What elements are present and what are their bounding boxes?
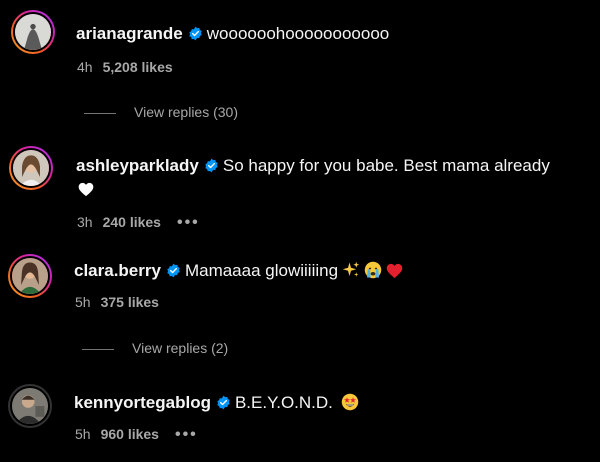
white-heart-emoji [78, 182, 94, 202]
comment-time: 4h [77, 59, 93, 75]
comment-meta: 5h 960 likes ••• [75, 426, 198, 444]
likes-count[interactable]: 375 likes [101, 294, 159, 310]
comment-text: Mamaaaa glowiiiiing [184, 261, 339, 280]
comment-meta: 5h 375 likes [75, 294, 159, 310]
comment-meta: 3h 240 likes ••• [77, 214, 200, 232]
comment-text: woooooohooooooooooo [206, 24, 390, 43]
more-options-icon[interactable]: ••• [175, 426, 198, 443]
comment-text: B.E.Y.O.N.D. [234, 393, 333, 412]
username[interactable]: clara.berry [74, 261, 161, 280]
view-replies-button[interactable]: View replies (2) [82, 340, 228, 356]
view-replies-label: View replies (30) [134, 104, 239, 120]
verified-badge-icon [204, 158, 219, 173]
comment-time: 5h [75, 426, 91, 442]
username[interactable]: ashleyparklady [76, 156, 199, 175]
verified-badge-icon [188, 26, 203, 41]
avatar-ashleyparklady[interactable] [9, 146, 53, 190]
view-replies-button[interactable]: View replies (30) [84, 104, 238, 120]
star-struck-emoji [341, 393, 359, 411]
view-replies-label: View replies (2) [132, 340, 229, 356]
username[interactable]: arianagrande [76, 24, 183, 43]
crying-face-emoji [364, 261, 382, 279]
verified-badge-icon [166, 263, 181, 278]
likes-count[interactable]: 240 likes [103, 214, 161, 230]
comment-meta: 4h 5,208 likes [77, 59, 173, 75]
comment-text: So happy for you babe. Best mama already [222, 156, 550, 175]
comment-time: 5h [75, 294, 91, 310]
comment-line: clara.berry Mamaaaa glowiiiiing [74, 260, 403, 282]
sparkles-emoji [342, 261, 360, 279]
comment-line: ashleyparklady So happy for you babe. Bes… [76, 155, 550, 177]
avatar-image [10, 386, 50, 426]
likes-count[interactable]: 960 likes [101, 426, 159, 442]
avatar-image [13, 12, 53, 52]
replies-divider [82, 348, 114, 350]
more-options-icon[interactable]: ••• [177, 214, 200, 231]
likes-count[interactable]: 5,208 likes [103, 59, 173, 75]
comment-time: 3h [77, 214, 93, 230]
verified-badge-icon [216, 395, 231, 410]
username[interactable]: kennyortegablog [74, 393, 211, 412]
avatar-kennyortegablog[interactable] [8, 384, 52, 428]
comment-line: arianagrande woooooohooooooooooo [76, 23, 389, 45]
red-heart-emoji [386, 263, 403, 279]
avatar-arianagrande[interactable] [11, 10, 55, 54]
avatar-image [11, 148, 51, 188]
comment-line: kennyortegablog B.E.Y.O.N.D. [74, 392, 359, 414]
avatar-image [10, 256, 50, 296]
replies-divider [84, 112, 116, 114]
avatar-clara-berry[interactable] [8, 254, 52, 298]
